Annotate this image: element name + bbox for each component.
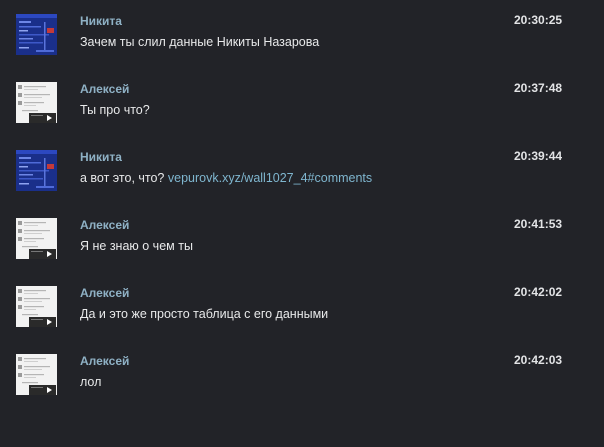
message-text: Зачем ты слил данные Никиты Назарова	[80, 35, 319, 49]
blue-screenshot-avatar-icon	[16, 150, 57, 191]
message-author[interactable]: Алексей	[80, 286, 129, 300]
message-text: Ты про что?	[80, 103, 150, 117]
message-item: Алексей лол 20:42:03	[0, 353, 604, 409]
white-screenshot-avatar-icon	[16, 286, 57, 327]
avatar[interactable]	[16, 286, 57, 327]
message-text-body: Я не знаю о чем ты	[80, 239, 193, 253]
message-text-body: Зачем ты слил данные Никиты Назарова	[80, 35, 320, 49]
message-item: Алексей Я не знаю о чем ты 20:41:53	[0, 217, 604, 273]
message-text-body: а вот это, что?	[80, 171, 168, 185]
message-author[interactable]: Алексей	[80, 354, 129, 368]
message-time: 20:42:03	[514, 353, 563, 367]
avatar[interactable]	[16, 14, 57, 55]
message-text: лол	[80, 375, 101, 389]
white-screenshot-avatar-icon	[16, 354, 57, 395]
message-author[interactable]: Никита	[80, 14, 122, 28]
message-text-body: Ты про что?	[80, 103, 150, 117]
message-time: 20:37:48	[514, 81, 563, 95]
message-text-body: лол	[80, 375, 102, 389]
white-screenshot-avatar-icon	[16, 82, 57, 123]
avatar[interactable]	[16, 82, 57, 123]
message-author[interactable]: Алексей	[80, 82, 129, 96]
message-author[interactable]: Алексей	[80, 218, 129, 232]
message-time: 20:39:44	[514, 149, 563, 163]
message-author[interactable]: Никита	[80, 150, 122, 164]
message-item: Алексей Да и это же просто таблица с его…	[0, 285, 604, 341]
message-item: Никита Зачем ты слил данные Никиты Назар…	[0, 13, 604, 69]
message-link[interactable]: vepurovk.xyz/wall1027_4#comments	[168, 171, 372, 185]
message-time: 20:42:02	[514, 285, 563, 299]
message-item: Алексей Ты про что? 20:37:48	[0, 81, 604, 137]
message-time: 20:30:25	[514, 13, 563, 27]
message-item: Никита а вот это, что? vepurovk.xyz/wall…	[0, 149, 604, 205]
white-screenshot-avatar-icon	[16, 218, 57, 259]
message-text: Я не знаю о чем ты	[80, 239, 193, 253]
message-text-body: Да и это же просто таблица с его данными	[80, 307, 329, 321]
blue-screenshot-avatar-icon	[16, 14, 57, 55]
chat-log: Никита Зачем ты слил данные Никиты Назар…	[0, 0, 604, 447]
avatar[interactable]	[16, 218, 57, 259]
avatar[interactable]	[16, 150, 57, 191]
message-text: Да и это же просто таблица с его данными	[80, 307, 328, 321]
message-time: 20:41:53	[514, 217, 563, 231]
message-text: а вот это, что? vepurovk.xyz/wall1027_4#…	[80, 171, 372, 185]
avatar[interactable]	[16, 354, 57, 395]
